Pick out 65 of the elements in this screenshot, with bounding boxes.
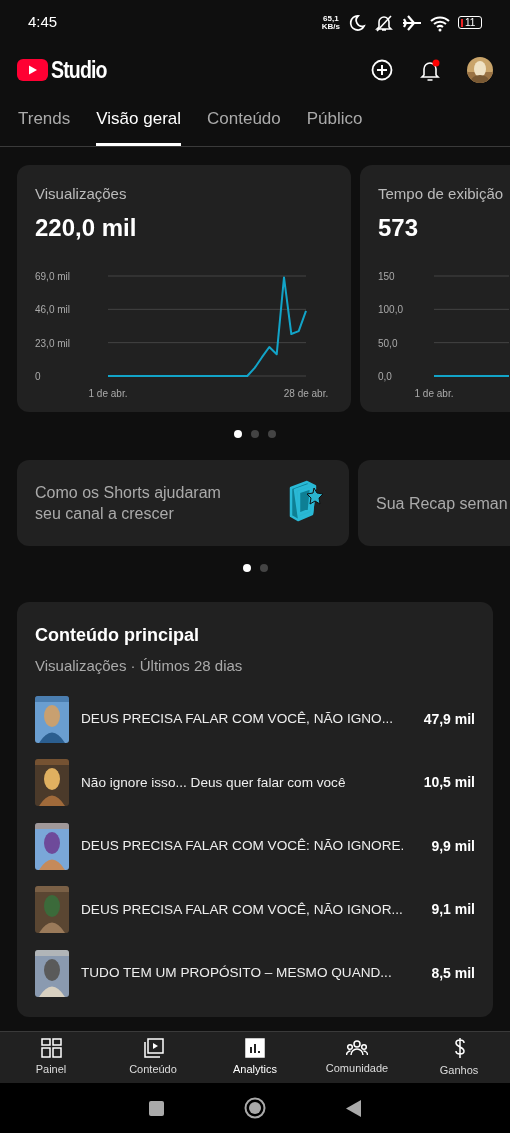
metric-title: Visualizações [35,184,128,204]
x-tick-label: 1 de abr. [414,387,454,399]
metric-value: 573 [378,212,420,243]
y-tick-label: 46,0 mil [35,303,70,315]
video-library-icon [142,1037,164,1058]
battery-indicator: 11 [458,16,482,29]
metric-title: Tempo de exibição [378,184,505,204]
nav-tab[interactable]: Ganhos [408,1032,510,1083]
tab[interactable]: Trends [18,95,71,146]
y-tick-label: 69,0 mil [35,270,70,282]
video-title[interactable]: Não ignore isso... Deus quer falar com você [81,772,412,793]
metric-card[interactable]: Visualizações 220,0 mil 69,0 mil 46,0 mil 23,0 mil 0 1 de abr. 28 de abr. [17,165,351,412]
view-count: 8,5 mil [431,963,475,983]
y-tick-label: 0 [35,370,41,382]
create-icon[interactable] [371,59,393,81]
video-title[interactable]: DEUS PRECISA FALAR COM VOCÊ: NÃO IGNORE. [81,836,420,857]
view-count: 9,1 mil [431,900,475,920]
section-title: Conteúdo principal [35,624,200,647]
y-tick-label: 100,0 [378,303,404,315]
moon-icon [348,13,366,32]
muted-bell-icon [374,13,394,32]
insight-card[interactable]: Como os Shorts ajudaram seu canal a crescer [17,460,349,546]
page-indicator-dot[interactable] [268,430,276,438]
bar-chart-icon [245,1037,265,1058]
metric-value: 220,0 mil [35,212,138,243]
logo-text: Studio [51,55,107,85]
metric-card[interactable]: Tempo de exibição 573 150 100,0 50,0 0,0 1 de abr. [360,165,510,412]
view-count: 10,5 mil [423,773,475,793]
y-tick-label: 150 [378,270,395,282]
tab[interactable]: Público [306,95,363,146]
tab[interactable]: Visão geral [96,95,182,146]
view-count: 47,9 mil [423,709,475,729]
video-title[interactable]: DEUS PRECISA FALAR COM VOCÊ, NÃO IGNO... [81,709,412,730]
network-speed: 65,1 KB/s [321,14,340,31]
page-indicator-dot[interactable] [259,564,268,572]
page-indicator-dot[interactable] [234,430,242,438]
notification-bell-icon[interactable] [419,58,441,82]
nav-tab[interactable]: Conteúdo [102,1032,204,1083]
home-icon[interactable] [244,1097,266,1119]
wifi-icon [430,13,450,32]
dashboard-icon [40,1037,62,1058]
insight-text: Como os Shorts ajudaram seu canal a crescer [35,483,222,524]
tab[interactable]: Conteúdo [207,95,281,146]
page-indicator-dot[interactable] [251,430,259,438]
video-title[interactable]: TUDO TEM UM PROPÓSITO – MESMO QUAND... [81,963,420,984]
nav-tab[interactable]: Analytics [204,1032,306,1083]
x-tick-label: 28 de abr. [283,387,329,399]
insight-text: Sua Recap seman [376,493,508,514]
people-icon [346,1038,368,1057]
y-tick-label: 50,0 [378,337,398,349]
y-tick-label: 23,0 mil [35,337,70,349]
y-tick-label: 0,0 [378,370,392,382]
x-tick-label: 1 de abr. [88,387,128,399]
status-time: 4:45 [28,12,58,33]
section-subtitle: Visualizações · Últimos 28 dias [35,656,244,676]
back-icon[interactable] [346,1099,361,1117]
video-title[interactable]: DEUS PRECISA FALAR COM VOCÊ, NÃO IGNOR... [81,899,420,920]
page-indicator-dot[interactable] [242,564,251,572]
insight-card[interactable]: Sua Recap seman [358,460,510,546]
play-logo-icon [17,59,48,81]
nav-tab[interactable]: Comunidade [306,1032,408,1083]
airplane-icon [402,13,422,32]
nav-tab[interactable]: Painel [0,1032,102,1083]
view-count: 9,9 mil [431,836,475,856]
recent-apps-icon[interactable] [149,1100,164,1116]
